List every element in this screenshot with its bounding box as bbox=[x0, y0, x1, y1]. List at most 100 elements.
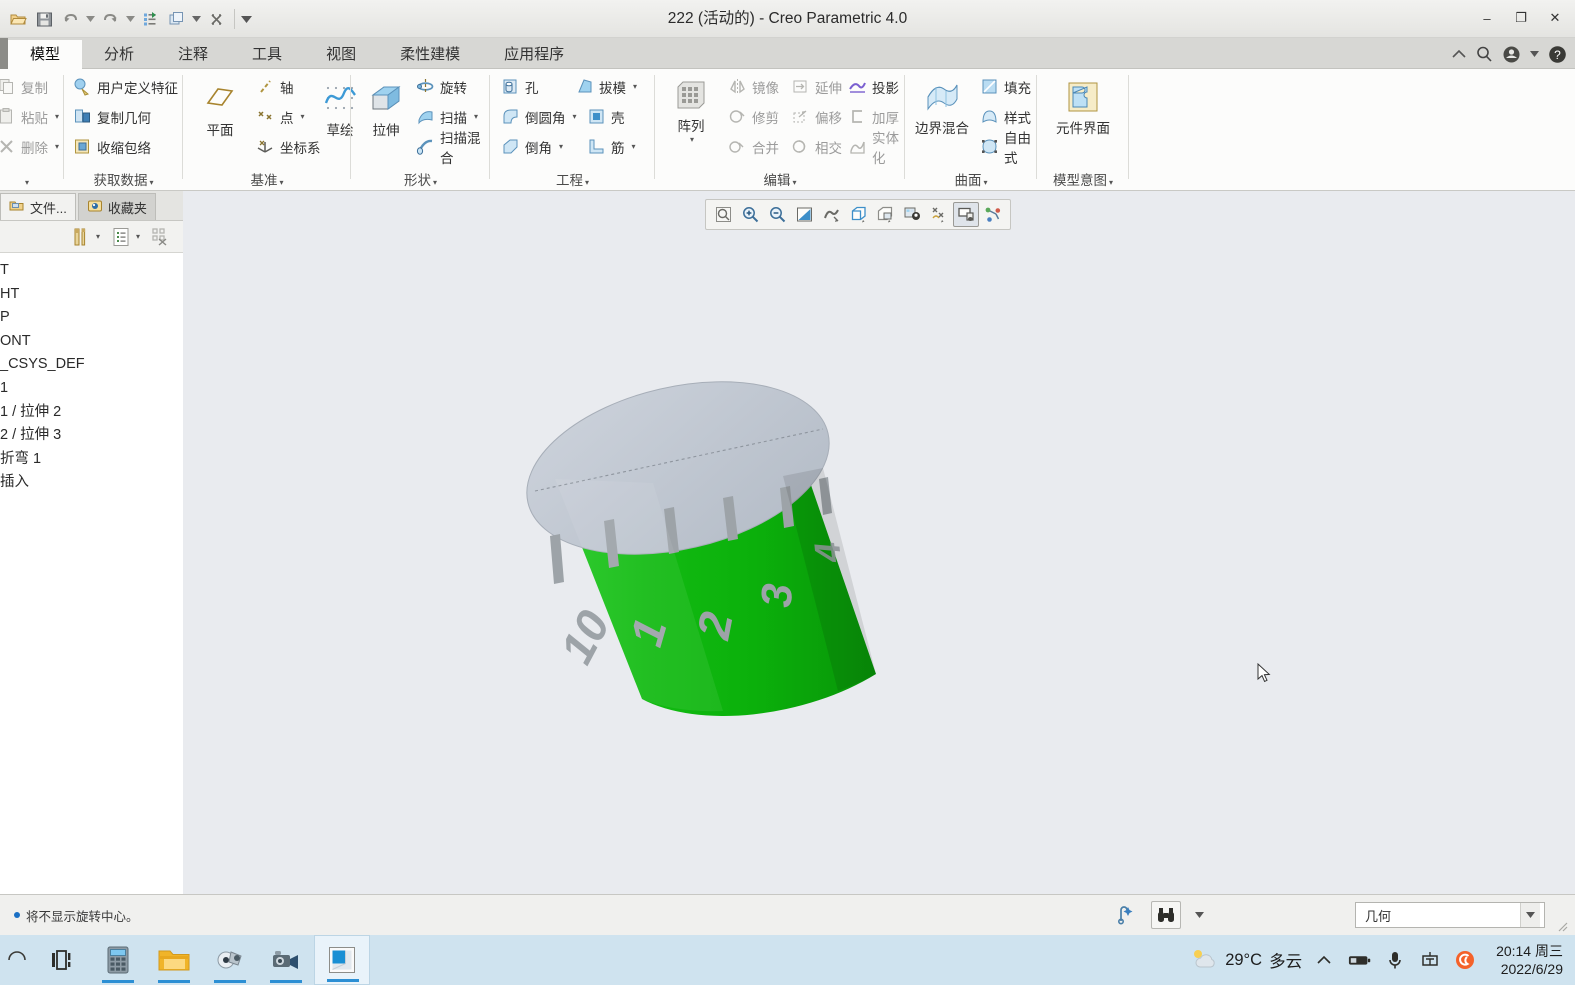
ribbon-item-merge[interactable]: 合并 bbox=[725, 133, 782, 160]
ribbon-item-copy[interactable]: 复制 bbox=[0, 73, 51, 100]
redo-dropdown-arrow[interactable] bbox=[124, 6, 137, 32]
ribbon-item-project[interactable]: 投影 bbox=[845, 73, 902, 100]
model-tree-item[interactable]: 1 bbox=[0, 377, 183, 401]
model-tree-item[interactable]: _CSYS_DEF bbox=[0, 353, 183, 377]
feature-info-icon[interactable] bbox=[1111, 901, 1141, 929]
chevron-down-icon[interactable]: ▾ bbox=[573, 112, 577, 121]
file-menu-nub[interactable] bbox=[0, 38, 8, 69]
ribbon-item-trim[interactable]: 修剪 bbox=[725, 103, 782, 130]
undo-dropdown-arrow[interactable] bbox=[84, 6, 97, 32]
start-icon[interactable] bbox=[0, 935, 34, 985]
model-tree-item[interactable]: P bbox=[0, 306, 183, 330]
ribbon-item-datum-axis[interactable]: 轴 bbox=[253, 73, 297, 100]
camera-recorder-icon[interactable] bbox=[258, 935, 314, 985]
show-icon[interactable]: ▾ bbox=[107, 224, 143, 250]
search-icon[interactable] bbox=[1475, 45, 1493, 63]
search-dropdown-arrow[interactable] bbox=[1191, 901, 1207, 929]
selection-filter-combobox[interactable]: 几何 bbox=[1355, 902, 1545, 928]
graphics-window[interactable]: 10 1 2 3 4 🌻 圆柱体上怎样做数字递加阵列 🌻 bbox=[183, 191, 1575, 985]
chevron-down-icon[interactable]: ▾ bbox=[632, 142, 636, 151]
collapse-ribbon-icon[interactable] bbox=[1452, 49, 1466, 59]
ribbon-item-hole[interactable]: 孔 bbox=[498, 73, 542, 100]
chevron-down-icon[interactable]: ▾ bbox=[301, 112, 305, 121]
tree-filters-icon[interactable] bbox=[147, 224, 175, 250]
model-tree-item[interactable]: T bbox=[0, 259, 183, 283]
ribbon-item-shrinkwrap[interactable]: 收缩包络 bbox=[70, 133, 154, 160]
ribbon-item-rib[interactable]: 筋 ▾ bbox=[584, 133, 639, 160]
settings-icon[interactable]: ▾ bbox=[67, 224, 103, 250]
chevron-down-icon[interactable]: ▾ bbox=[559, 142, 563, 151]
ribbon-tab-3[interactable]: 工具 bbox=[230, 40, 304, 69]
ribbon-item-extrude[interactable]: 拉伸 bbox=[357, 81, 415, 139]
ribbon-item-swept-blend[interactable]: 扫描混合 bbox=[413, 131, 490, 166]
close-window-icon[interactable] bbox=[204, 6, 229, 32]
chevron-down-icon[interactable]: ▾ bbox=[96, 232, 100, 241]
ribbon-tab-0[interactable]: 模型 bbox=[8, 40, 83, 69]
ribbon-item-copy-geometry[interactable]: 复制几何 bbox=[70, 103, 154, 130]
clock-widget[interactable]: 20:14 周三 2022/6/29 bbox=[1488, 942, 1571, 978]
model-tree-item[interactable]: 插入 bbox=[0, 471, 183, 495]
ribbon-item-round[interactable]: 倒圆角 ▾ bbox=[498, 103, 580, 130]
chevron-down-icon[interactable]: ▾ bbox=[690, 135, 694, 144]
cylinder-model-3d[interactable]: 10 1 2 3 4 bbox=[183, 191, 1575, 894]
ribbon-item-delete[interactable]: 删除 ▾ bbox=[0, 133, 62, 160]
chevron-down-icon[interactable]: ▾ bbox=[474, 112, 478, 121]
sogou-input-icon[interactable] bbox=[1453, 947, 1477, 973]
ribbon-item-offset[interactable]: 偏移 bbox=[788, 103, 845, 130]
model-tree-item[interactable]: HT bbox=[0, 283, 183, 307]
creo-parametric-icon[interactable] bbox=[314, 935, 370, 985]
search-binoculars-icon[interactable] bbox=[1151, 901, 1181, 929]
help-icon[interactable]: ? bbox=[1548, 45, 1567, 64]
ribbon-group-label[interactable]: 模型意图 ▾ bbox=[1037, 170, 1129, 191]
regenerate-icon[interactable] bbox=[138, 6, 163, 32]
ribbon-item-mirror[interactable]: 镜像 bbox=[725, 73, 782, 100]
navigator-tab-file[interactable]: 文件... bbox=[0, 193, 76, 220]
file-explorer-icon[interactable] bbox=[146, 935, 202, 985]
customize-qat-icon[interactable] bbox=[240, 6, 253, 32]
undo-icon[interactable] bbox=[58, 6, 83, 32]
close-button[interactable]: ✕ bbox=[1539, 4, 1571, 32]
model-tree[interactable]: T HT P ONT _CSYS_DEF 1 1 / 拉伸 22 / 拉伸 3 折弯 1 插入 bbox=[0, 253, 183, 894]
account-icon[interactable] bbox=[1502, 45, 1521, 64]
ribbon-group-label[interactable]: 工程 ▾ bbox=[490, 170, 655, 191]
battery-icon[interactable] bbox=[1348, 947, 1372, 973]
media-icon[interactable] bbox=[202, 935, 258, 985]
ribbon-item-datum-plane[interactable]: 平面 bbox=[191, 81, 249, 139]
ribbon-item-revolve[interactable]: 旋转 bbox=[413, 73, 470, 100]
ribbon-item-freestyle[interactable]: 自由式 bbox=[977, 131, 1037, 166]
microphone-icon[interactable] bbox=[1383, 947, 1407, 973]
ribbon-item-component-interface[interactable]: 元件界面 bbox=[1039, 79, 1127, 137]
model-tree-item[interactable]: 折弯 1 bbox=[0, 448, 183, 472]
ribbon-group-label[interactable]: 获取数据 ▾ bbox=[64, 170, 183, 191]
show-hidden-icons-icon[interactable] bbox=[1313, 947, 1337, 973]
navigator-tab-favorites[interactable]: 收藏夹 bbox=[77, 193, 156, 220]
chevron-down-icon[interactable]: ▾ bbox=[633, 82, 637, 91]
minimize-button[interactable]: – bbox=[1471, 4, 1503, 32]
ribbon-tab-5[interactable]: 柔性建模 bbox=[378, 40, 482, 69]
ribbon-item-paste[interactable]: 粘贴 ▾ bbox=[0, 103, 62, 130]
account-dropdown-arrow[interactable] bbox=[1530, 51, 1539, 57]
model-tree-item[interactable]: 2 / 拉伸 3 bbox=[0, 424, 183, 448]
maximize-button[interactable]: ❐ bbox=[1505, 4, 1537, 32]
window-icon[interactable] bbox=[164, 6, 189, 32]
ribbon-group-label[interactable]: 编辑 ▾ bbox=[655, 170, 905, 191]
chevron-down-icon[interactable]: ▾ bbox=[136, 232, 140, 241]
ribbon-item-extend[interactable]: 延伸 bbox=[788, 73, 845, 100]
ribbon-tab-1[interactable]: 分析 bbox=[82, 40, 156, 69]
ribbon-item-datum-point[interactable]: 点 ▾ bbox=[253, 103, 308, 130]
ribbon-item-solidify[interactable]: 实体化 bbox=[845, 131, 905, 166]
model-tree-item[interactable]: ONT bbox=[0, 330, 183, 354]
input-method-icon[interactable] bbox=[1418, 947, 1442, 973]
ribbon-group-label[interactable]: 基准 ▾ bbox=[183, 170, 351, 191]
ribbon-item-boundary-blend[interactable]: 边界混合 bbox=[909, 79, 975, 137]
calculator-icon[interactable] bbox=[90, 935, 146, 985]
ribbon-item-shell[interactable]: 壳 bbox=[584, 103, 628, 130]
chevron-down-icon[interactable] bbox=[1520, 903, 1540, 927]
ribbon-tab-2[interactable]: 注释 bbox=[156, 40, 230, 69]
ribbon-item-udf[interactable]: 用户定义特征 bbox=[70, 73, 181, 100]
open-icon[interactable] bbox=[6, 6, 31, 32]
window-dropdown-arrow[interactable] bbox=[190, 6, 203, 32]
chevron-down-icon[interactable]: ▾ bbox=[55, 112, 59, 121]
save-icon[interactable] bbox=[32, 6, 57, 32]
task-view-icon[interactable] bbox=[34, 935, 90, 985]
